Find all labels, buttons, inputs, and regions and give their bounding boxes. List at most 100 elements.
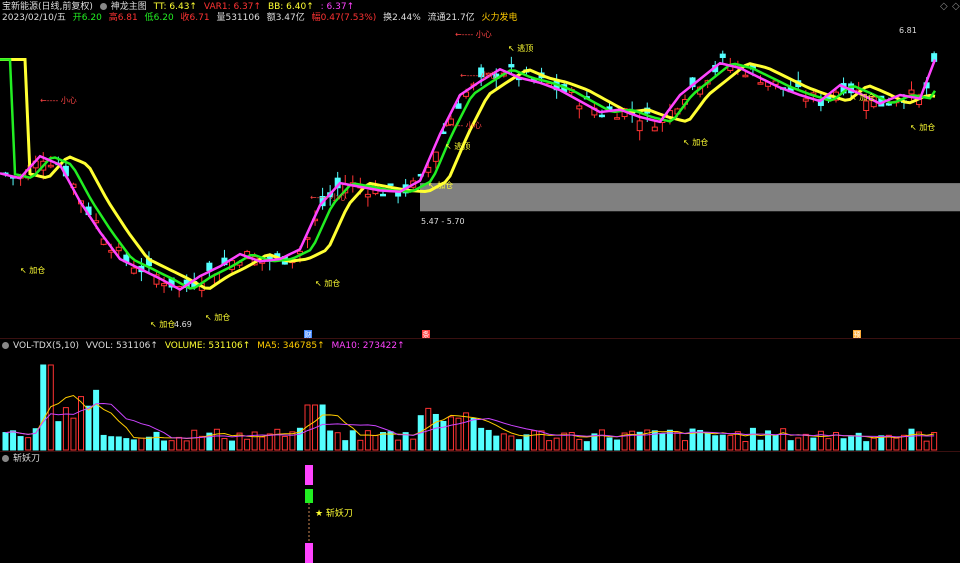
volume-bar <box>432 413 439 451</box>
volume-bar <box>251 431 258 451</box>
volume-bar <box>576 438 583 451</box>
tt-value: TT: 6.43↑ <box>153 2 197 12</box>
price-high-label: 6.81 <box>899 26 917 35</box>
volume-bar <box>757 439 764 451</box>
volume-bar <box>191 429 198 451</box>
stock-name[interactable]: 宝新能源(日线,前复权) <box>2 2 93 12</box>
volume-bar <box>878 435 885 451</box>
volume-bar <box>546 440 553 451</box>
volume-bar <box>870 437 877 451</box>
volume-bar <box>176 436 183 451</box>
volume-bar <box>863 441 870 451</box>
volume-bar <box>364 430 371 451</box>
bb-value: BB: 6.40↑ <box>267 2 314 12</box>
volume-bar <box>78 396 84 451</box>
candle <box>802 98 809 102</box>
volume-bar <box>108 436 115 451</box>
add-position-label: ↖ 加仓 <box>428 180 453 190</box>
volume-bar <box>2 432 9 451</box>
volume-bar <box>727 434 734 451</box>
candle <box>719 53 726 58</box>
candle <box>130 267 137 274</box>
escape-top-label-2: ↖ 逃顶 <box>445 141 470 151</box>
volume-bar <box>893 437 900 451</box>
volume-bar <box>229 440 235 451</box>
add-position-label: ↖ 加仓 <box>20 265 45 275</box>
volume-bar <box>772 434 779 451</box>
volume-bar <box>425 407 432 451</box>
panel-divider-2 <box>0 451 960 452</box>
volume-bar <box>614 439 621 451</box>
volume-bar <box>553 437 560 451</box>
volume-bar <box>840 438 847 451</box>
volume-bar <box>697 429 704 451</box>
volume-bar <box>787 440 794 451</box>
candle <box>908 89 915 95</box>
volume-bar <box>168 440 175 451</box>
candle <box>576 105 583 110</box>
knife-settings-icon[interactable] <box>2 455 9 462</box>
volume-bar <box>334 432 341 451</box>
volume-bar <box>395 439 402 451</box>
volume-bar <box>55 421 62 451</box>
candle <box>161 283 168 287</box>
volume-bar <box>802 433 809 451</box>
volume-bar <box>372 434 379 451</box>
volume-bar <box>704 432 711 451</box>
volume-bar <box>749 427 756 451</box>
vol-settings-icon[interactable] <box>2 342 9 349</box>
volume-bar <box>130 439 137 451</box>
candle <box>742 74 749 78</box>
volume-bar <box>923 440 930 451</box>
diamond-icon[interactable]: ◇ <box>940 1 948 12</box>
ma5-value: MA5: 346785↑ <box>257 341 325 351</box>
volume-bar <box>327 430 334 451</box>
volume-bar <box>213 428 220 451</box>
volume-bar <box>123 438 130 451</box>
candle <box>863 100 870 112</box>
volume-bar <box>780 428 787 451</box>
volume-bar <box>85 405 92 451</box>
volume-bar <box>153 431 160 451</box>
info-low: 低6.20 <box>144 13 174 23</box>
volume-bar <box>900 434 907 451</box>
volume-bar <box>500 433 507 451</box>
candle <box>598 114 605 118</box>
info-row: 2023/02/10/五 开6.20 高6.81 低6.20 收6.71 量53… <box>2 12 522 24</box>
candle <box>47 164 54 168</box>
add-position-label: ↖ 加仓 <box>150 319 175 329</box>
candle <box>380 193 386 197</box>
knife-name[interactable]: 斩妖刀 <box>13 454 40 464</box>
volume-bar <box>93 389 100 451</box>
candle <box>364 193 371 198</box>
info-sector: 火力发电 <box>481 13 518 23</box>
volume-bar <box>908 428 915 451</box>
indicator-name[interactable]: 神龙主图 <box>111 2 147 12</box>
indicator-settings-icon[interactable] <box>99 3 107 10</box>
careful-label: ←---- 小心 <box>40 96 77 105</box>
volume-bar <box>40 364 47 451</box>
volume-bar <box>440 420 447 451</box>
volume-bar <box>795 437 802 451</box>
volume-bar <box>742 441 749 451</box>
price-low-label: 4.69 <box>174 320 192 329</box>
volume-bar <box>523 434 530 451</box>
volume-bar <box>161 440 168 451</box>
knife-bottom-bar <box>305 543 313 563</box>
extra-value: : 6.37↑ <box>320 2 355 12</box>
volume-bar <box>719 434 726 451</box>
add-position-label: ↖ 加仓 <box>910 122 935 132</box>
var1-value: VAR1: 6.37↑ <box>203 2 262 12</box>
volume-bar <box>478 427 485 451</box>
volume-bar <box>848 436 855 451</box>
volume-bar <box>606 437 613 451</box>
escape-top-label: ↖ 逃顶 <box>508 43 533 53</box>
candle <box>651 126 658 132</box>
chart-canvas[interactable]: ↖ 加仓 ↖ 加仓 ↖ 加仓 ↖ 加仓 ↖ 加仓 ↖ 加仓 ↖ 加仓 ↖ 加仓 ←---- 小心… <box>0 0 960 563</box>
vol-name[interactable]: VOL-TDX(5,10) <box>13 341 79 351</box>
diamond-icon-2[interactable]: ◇ <box>952 1 960 12</box>
info-turnover: 换2.44% <box>383 13 421 23</box>
volume-bar <box>470 417 477 451</box>
volume-bar <box>485 429 492 451</box>
candle <box>636 120 643 132</box>
